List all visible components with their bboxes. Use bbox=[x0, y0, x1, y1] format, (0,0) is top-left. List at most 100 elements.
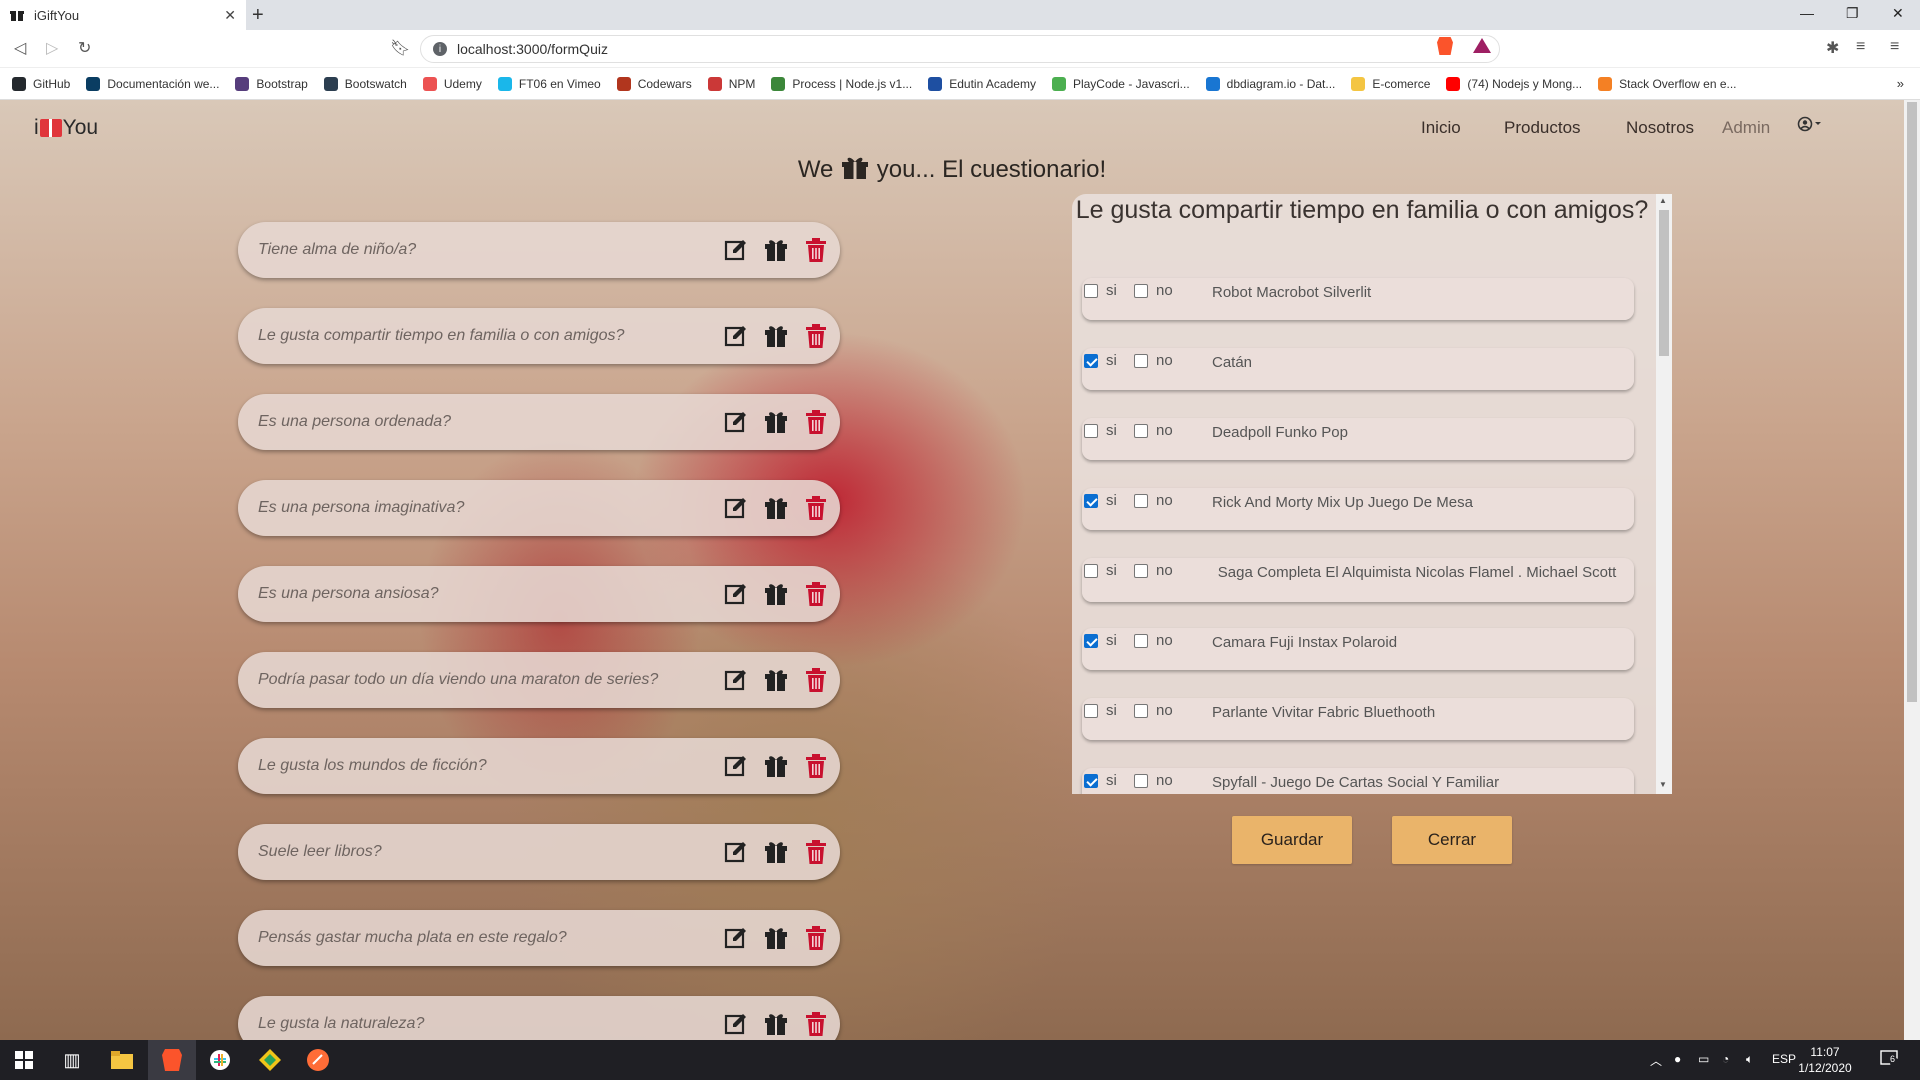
menu-icon[interactable]: ≡ bbox=[1890, 38, 1899, 56]
bookmark-item[interactable]: Process | Node.js v1... bbox=[771, 76, 912, 91]
question-item[interactable]: Es una persona imaginativa? bbox=[238, 480, 840, 536]
new-tab-icon[interactable]: + bbox=[252, 4, 264, 27]
trash-icon[interactable] bbox=[804, 840, 828, 864]
panel-scroll-thumb[interactable] bbox=[1659, 210, 1669, 356]
system-clock[interactable]: 11:07 1/12/2020 bbox=[1786, 1044, 1864, 1076]
scroll-up-icon[interactable]: ▲ bbox=[1659, 196, 1667, 205]
trash-icon[interactable] bbox=[804, 238, 828, 262]
si-checkbox[interactable] bbox=[1084, 284, 1098, 298]
gift-icon[interactable] bbox=[764, 926, 788, 950]
tray-app-icon[interactable]: ● bbox=[1674, 1052, 1681, 1066]
bookmark-item[interactable]: FT06 en Vimeo bbox=[497, 76, 601, 91]
edit-icon[interactable] bbox=[724, 496, 748, 520]
browser-tab[interactable]: iGiftYou ✕ bbox=[0, 0, 246, 30]
bookmark-item[interactable]: PlayCode - Javascri... bbox=[1051, 76, 1190, 91]
question-item[interactable]: Podría pasar todo un día viendo una mara… bbox=[238, 652, 840, 708]
page-scrollbar[interactable] bbox=[1904, 100, 1920, 1040]
playlist-icon[interactable]: ≡ bbox=[1856, 38, 1865, 56]
gift-icon[interactable] bbox=[764, 324, 788, 348]
edit-icon[interactable] bbox=[724, 324, 748, 348]
question-item[interactable]: Le gusta compartir tiempo en familia o c… bbox=[238, 308, 840, 364]
reload-icon[interactable]: ↻ bbox=[78, 38, 91, 58]
battery-icon[interactable]: ▭ bbox=[1698, 1052, 1709, 1066]
trash-icon[interactable] bbox=[804, 582, 828, 606]
edit-icon[interactable] bbox=[724, 238, 748, 262]
windows-start-icon[interactable] bbox=[12, 1048, 36, 1072]
si-checkbox[interactable] bbox=[1084, 564, 1098, 578]
volume-icon[interactable]: 🔈︎ bbox=[1746, 1052, 1753, 1067]
question-item[interactable]: Pensás gastar mucha plata en este regalo… bbox=[238, 910, 840, 966]
bookmark-item[interactable]: Documentación we... bbox=[86, 76, 219, 91]
si-checkbox[interactable] bbox=[1084, 494, 1098, 508]
no-checkbox[interactable] bbox=[1134, 424, 1148, 438]
no-checkbox[interactable] bbox=[1134, 284, 1148, 298]
notification-center-icon[interactable]: 6 bbox=[1880, 1050, 1900, 1071]
question-item[interactable]: Tiene alma de niño/a? bbox=[238, 222, 840, 278]
trash-icon[interactable] bbox=[804, 668, 828, 692]
postman-icon[interactable] bbox=[306, 1048, 330, 1072]
gift-icon[interactable] bbox=[764, 840, 788, 864]
user-menu-icon[interactable] bbox=[1797, 116, 1823, 137]
wifi-icon[interactable]: ◔ bbox=[1722, 1052, 1729, 1066]
no-checkbox[interactable] bbox=[1134, 494, 1148, 508]
bookmark-icon[interactable]: 🔖︎ bbox=[390, 38, 410, 58]
page-scroll-thumb[interactable] bbox=[1907, 102, 1917, 702]
more-bookmarks-icon[interactable]: » bbox=[1897, 76, 1904, 91]
gift-icon[interactable] bbox=[764, 668, 788, 692]
nav-link-productos[interactable]: Productos bbox=[1504, 118, 1581, 138]
address-bar[interactable]: i localhost:3000/formQuiz bbox=[420, 35, 1500, 63]
trash-icon[interactable] bbox=[804, 1012, 828, 1036]
question-item[interactable]: Es una persona ansiosa? bbox=[238, 566, 840, 622]
site-info-icon[interactable]: i bbox=[433, 42, 447, 56]
no-checkbox[interactable] bbox=[1134, 354, 1148, 368]
si-checkbox[interactable] bbox=[1084, 634, 1098, 648]
question-item[interactable]: Suele leer libros? bbox=[238, 824, 840, 880]
edit-icon[interactable] bbox=[724, 754, 748, 778]
gift-icon[interactable] bbox=[764, 410, 788, 434]
brave-taskbar-icon[interactable] bbox=[160, 1048, 184, 1072]
si-checkbox[interactable] bbox=[1084, 354, 1098, 368]
edit-icon[interactable] bbox=[724, 1012, 748, 1036]
trash-icon[interactable] bbox=[804, 324, 828, 348]
gift-icon[interactable] bbox=[764, 238, 788, 262]
si-checkbox[interactable] bbox=[1084, 704, 1098, 718]
forward-icon[interactable]: ▷ bbox=[46, 38, 58, 58]
question-item[interactable]: Le gusta la naturaleza? bbox=[238, 996, 840, 1040]
edit-icon[interactable] bbox=[724, 668, 748, 692]
minimize-icon[interactable]: — bbox=[1800, 5, 1814, 21]
trash-icon[interactable] bbox=[804, 410, 828, 434]
trash-icon[interactable] bbox=[804, 496, 828, 520]
panel-scrollbar[interactable]: ▲ ▼ bbox=[1656, 194, 1672, 794]
bookmark-item[interactable]: Codewars bbox=[616, 76, 692, 91]
bookmark-item[interactable]: Bootswatch bbox=[323, 76, 407, 91]
bookmark-item[interactable]: GitHub bbox=[12, 76, 70, 91]
close-tab-icon[interactable]: ✕ bbox=[224, 7, 236, 24]
edit-icon[interactable] bbox=[724, 840, 748, 864]
no-checkbox[interactable] bbox=[1134, 634, 1148, 648]
task-view-icon[interactable]: ▥ bbox=[60, 1048, 84, 1072]
window-close-icon[interactable]: ✕ bbox=[1892, 5, 1904, 22]
bookmark-item[interactable]: (74) Nodejs y Mong... bbox=[1446, 76, 1582, 91]
bookmark-item[interactable]: Stack Overflow en e... bbox=[1598, 76, 1737, 91]
nav-link-nosotros[interactable]: Nosotros bbox=[1626, 118, 1694, 138]
edit-icon[interactable] bbox=[724, 410, 748, 434]
gift-icon[interactable] bbox=[764, 496, 788, 520]
nav-link-admin[interactable]: Admin bbox=[1722, 118, 1770, 138]
save-button[interactable]: Guardar bbox=[1232, 816, 1352, 864]
gift-icon[interactable] bbox=[764, 754, 788, 778]
bookmark-item[interactable]: Udemy bbox=[422, 76, 482, 91]
edit-icon[interactable] bbox=[724, 926, 748, 950]
gift-icon[interactable] bbox=[764, 1012, 788, 1036]
scroll-down-icon[interactable]: ▼ bbox=[1659, 780, 1667, 789]
brand-logo[interactable]: i You bbox=[34, 116, 98, 140]
no-checkbox[interactable] bbox=[1134, 774, 1148, 788]
close-button[interactable]: Cerrar bbox=[1392, 816, 1512, 864]
gift-icon[interactable] bbox=[764, 582, 788, 606]
si-checkbox[interactable] bbox=[1084, 424, 1098, 438]
file-explorer-icon[interactable] bbox=[110, 1048, 134, 1072]
back-icon[interactable]: ◁ bbox=[14, 38, 26, 58]
edit-icon[interactable] bbox=[724, 582, 748, 606]
tray-expand-icon[interactable]: ︿ bbox=[1650, 1052, 1662, 1069]
slack-icon[interactable] bbox=[208, 1048, 232, 1072]
brave-shields-icon[interactable] bbox=[1437, 37, 1453, 55]
